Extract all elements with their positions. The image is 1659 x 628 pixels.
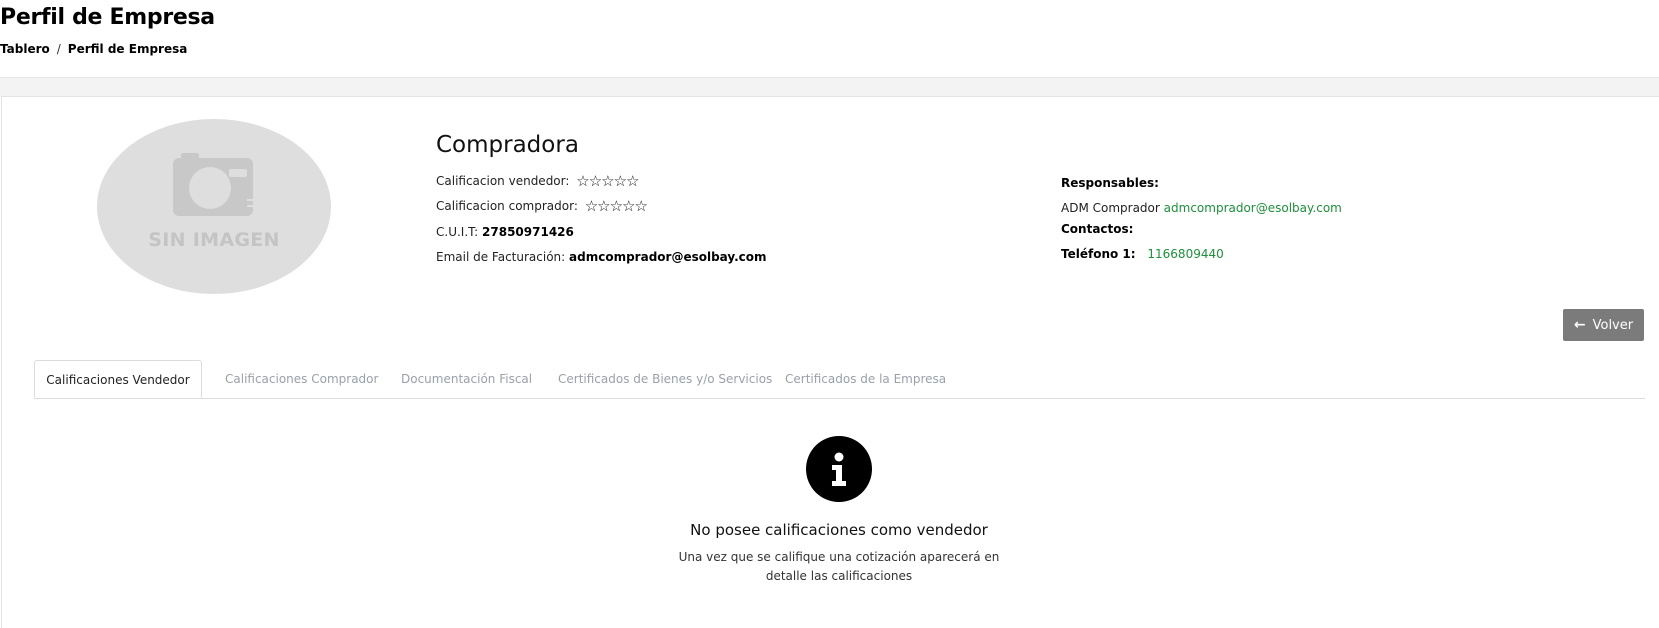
tab-certificados-empresa[interactable]: Certificados de la Empresa [785, 360, 946, 398]
breadcrumb-current: Perfil de Empresa [67, 42, 188, 56]
no-image-label: SIN IMAGEN [148, 229, 280, 251]
page-gap [0, 78, 1659, 96]
page-header: Perfil de Empresa Tablero / Perfil de Empr… [0, 0, 1659, 78]
camera-detail [247, 205, 253, 207]
seller-rating-label: Calificacion vendedor: [436, 174, 570, 188]
company-name: Compradora [436, 132, 579, 158]
buyer-rating-label: Calificacion comprador: [436, 199, 578, 213]
tab-documentacion-fiscal[interactable]: Documentación Fiscal [401, 360, 532, 398]
breadcrumb-home-link[interactable]: Tablero [0, 42, 50, 56]
responsables-label: Responsables: [1061, 176, 1159, 190]
empty-state-title: No posee calificaciones como vendedor [690, 521, 988, 539]
breadcrumb: Tablero / Perfil de Empresa [0, 42, 187, 56]
page-title: Perfil de Empresa [0, 5, 215, 30]
back-button-label: Volver [1592, 317, 1634, 333]
buyer-rating-stars: ☆☆☆☆☆ [584, 197, 648, 215]
back-button[interactable]: ← Volver [1563, 309, 1644, 341]
responsable-email-link[interactable]: admcomprador@esolbay.com [1164, 201, 1342, 215]
phone-value-link[interactable]: 1166809440 [1147, 247, 1223, 261]
empty-state-description: Una vez que se califique una cotización … [678, 550, 1000, 583]
breadcrumb-separator: / [56, 42, 61, 56]
contactos-label: Contactos: [1061, 222, 1134, 236]
billing-email-label: Email de Facturación: [436, 250, 566, 264]
camera-flash [229, 169, 247, 177]
seller-rating-row: Calificacion vendedor: ☆☆☆☆☆ [436, 172, 640, 190]
seller-rating-stars: ☆☆☆☆☆ [576, 172, 639, 190]
cuit-label: C.U.I.T: [436, 225, 479, 239]
camera-lens [189, 167, 231, 209]
phone-label: Teléfono 1: [1061, 247, 1136, 261]
cuit-row: C.U.I.T: 27850971426 [436, 225, 574, 239]
billing-email-value: admcomprador@esolbay.com [569, 250, 767, 264]
responsable-name: ADM Comprador [1061, 201, 1160, 215]
arrow-left-icon: ← [1573, 317, 1586, 333]
tab-calificaciones-comprador[interactable]: Calificaciones Comprador [225, 360, 378, 398]
cuit-value: 27850971426 [482, 225, 574, 239]
camera-detail [247, 199, 253, 201]
tab-certificados-bienes-servicios[interactable]: Certificados de Bienes y/o Servicios [558, 360, 772, 398]
company-image-placeholder: SIN IMAGEN [97, 119, 331, 294]
billing-email-row: Email de Facturación: admcomprador@esolb… [436, 250, 767, 264]
tab-bar: Calificaciones Vendedor Calificaciones C… [34, 360, 1645, 399]
responsable-row: ADM Comprador admcomprador@esolbay.com [1061, 201, 1342, 215]
info-icon [806, 436, 872, 502]
tab-calificaciones-vendedor[interactable]: Calificaciones Vendedor [34, 360, 202, 398]
phone-row: Teléfono 1: 1166809440 [1061, 247, 1224, 261]
buyer-rating-row: Calificacion comprador: ☆☆☆☆☆ [436, 197, 648, 215]
